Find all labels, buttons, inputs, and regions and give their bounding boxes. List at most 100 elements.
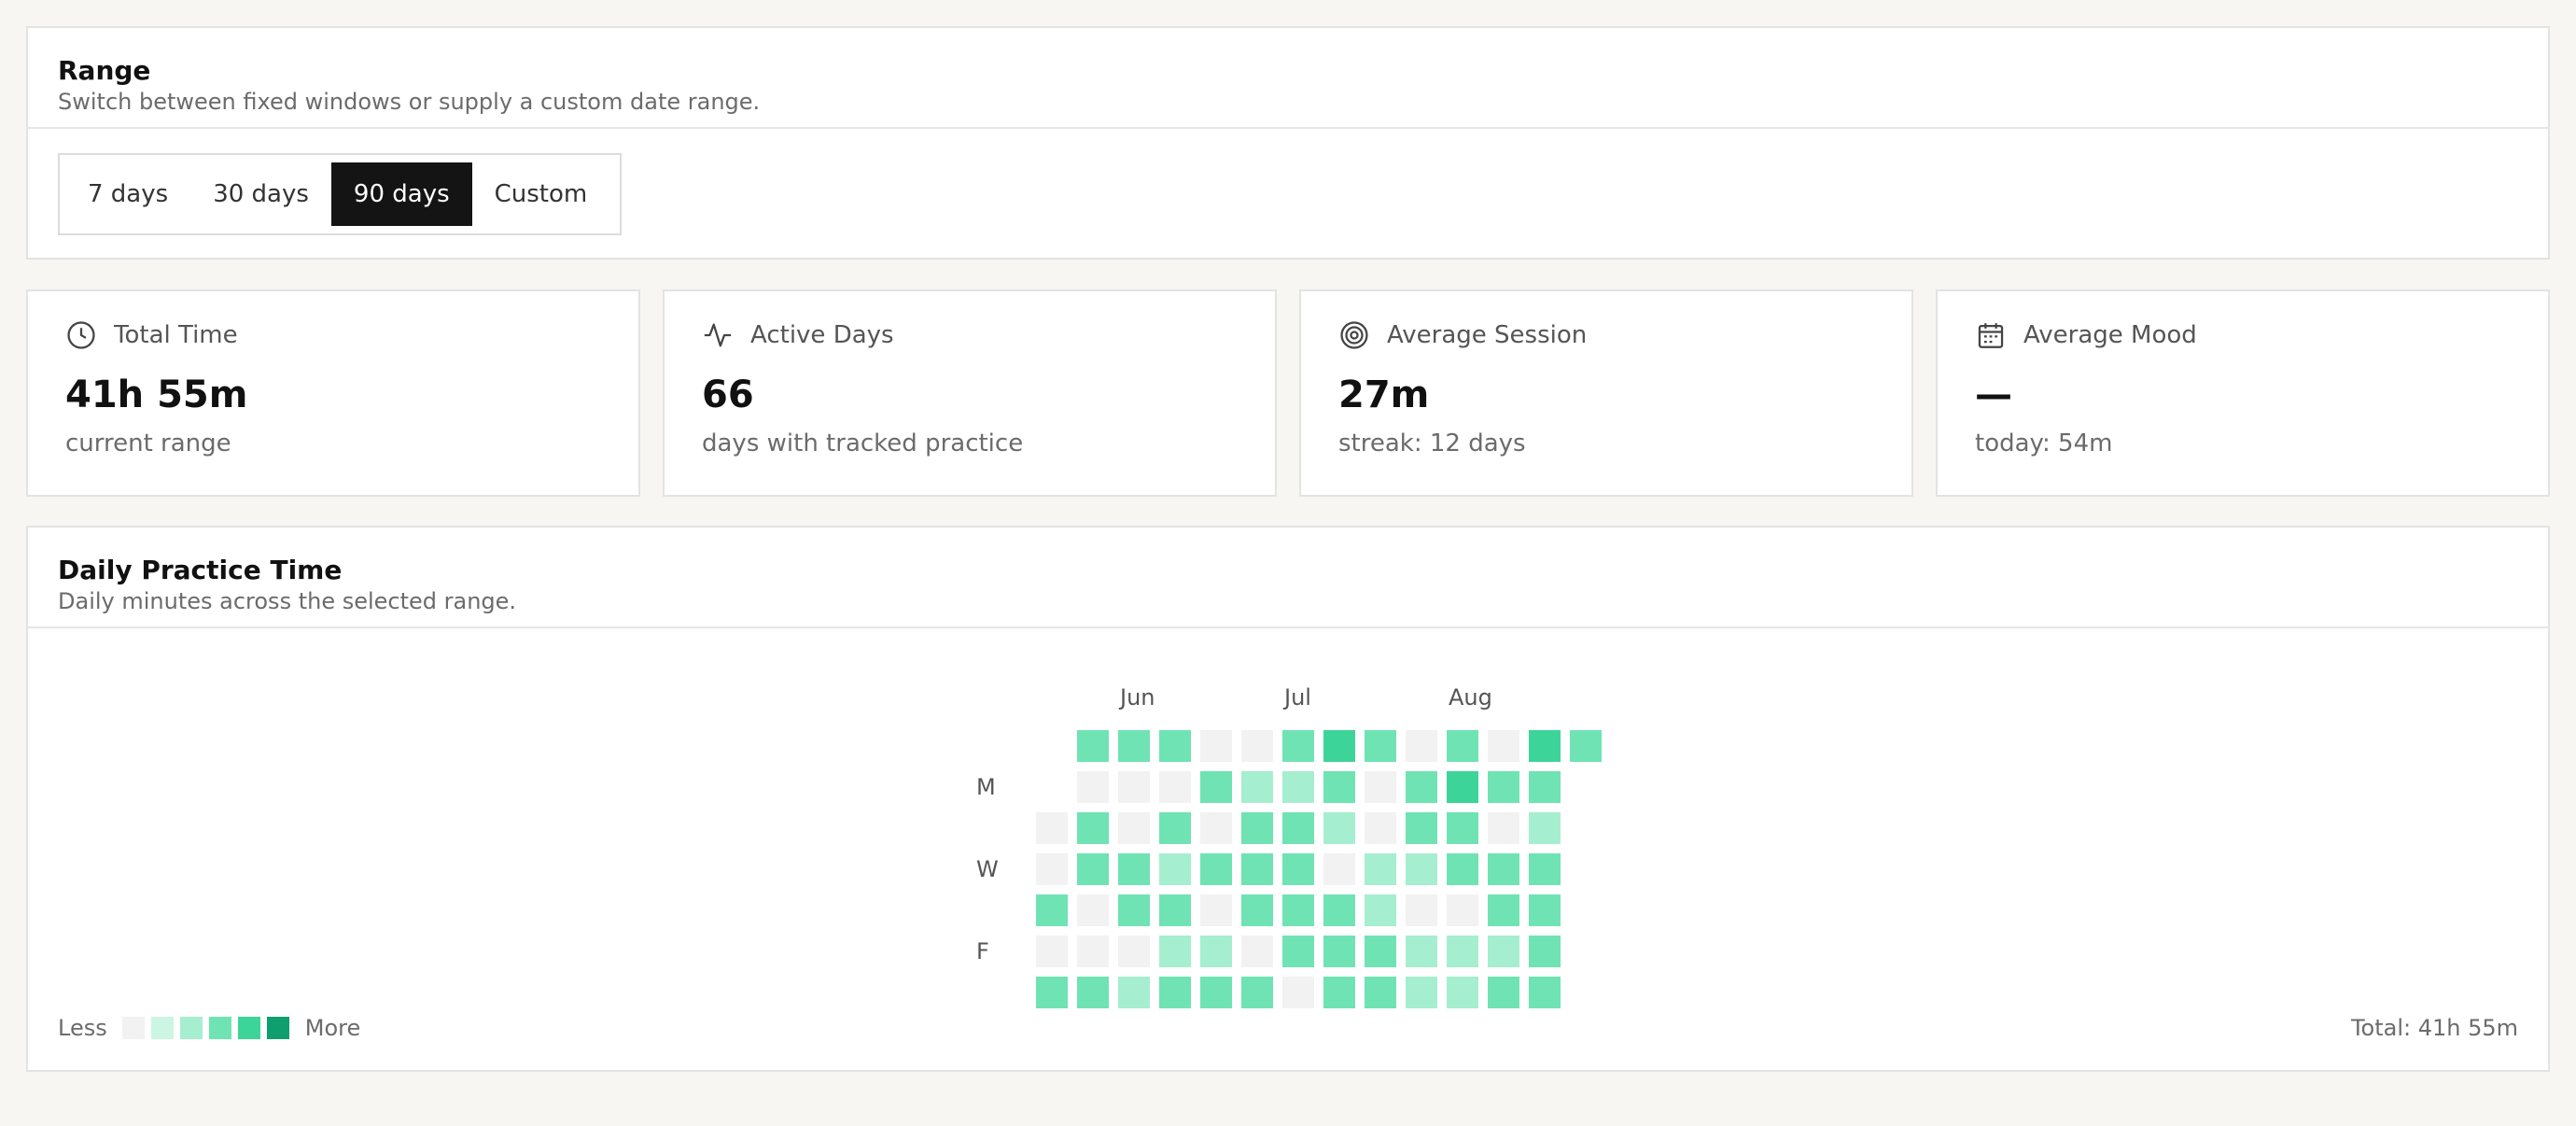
heatmap-cell[interactable] bbox=[1241, 894, 1273, 926]
heatmap-cell[interactable] bbox=[1282, 894, 1314, 926]
heatmap-cell[interactable] bbox=[1529, 812, 1561, 844]
stat-label-row: Total Time bbox=[65, 319, 238, 351]
heatmap-cell[interactable] bbox=[1323, 853, 1355, 885]
range-30-days-button[interactable]: 30 days bbox=[190, 162, 331, 226]
heatmap-cell[interactable] bbox=[1077, 894, 1109, 926]
heatmap-cell[interactable] bbox=[1365, 894, 1396, 926]
heatmap-cell[interactable] bbox=[1118, 977, 1150, 1008]
heatmap-cell[interactable] bbox=[1200, 936, 1232, 967]
heatmap-cell[interactable] bbox=[1077, 853, 1109, 885]
heatmap-cell[interactable] bbox=[1200, 977, 1232, 1008]
heatmap-cell[interactable] bbox=[1447, 853, 1478, 885]
heatmap-cell[interactable] bbox=[1282, 936, 1314, 967]
heatmap-cell[interactable] bbox=[1282, 853, 1314, 885]
heatmap-cell[interactable] bbox=[1488, 936, 1519, 967]
heatmap-cell[interactable] bbox=[1241, 977, 1273, 1008]
heatmap-cell[interactable] bbox=[1200, 853, 1232, 885]
heatmap-cell[interactable] bbox=[1406, 771, 1437, 803]
heatmap-cell[interactable] bbox=[1159, 936, 1191, 967]
heatmap-cell[interactable] bbox=[1241, 936, 1273, 967]
heatmap-cell[interactable] bbox=[1529, 936, 1561, 967]
heatmap-cell[interactable] bbox=[1118, 730, 1150, 762]
stat-label: Average Mood bbox=[2023, 321, 2197, 349]
heatmap-cell[interactable] bbox=[1488, 730, 1519, 762]
range-custom-button[interactable]: Custom bbox=[472, 162, 610, 226]
heatmap-cell[interactable] bbox=[1365, 771, 1396, 803]
heatmap-cell[interactable] bbox=[1323, 771, 1355, 803]
heatmap-cell[interactable] bbox=[1200, 730, 1232, 762]
heatmap-cell[interactable] bbox=[1365, 853, 1396, 885]
heatmap-cell[interactable] bbox=[1159, 853, 1191, 885]
heatmap-cell[interactable] bbox=[1488, 894, 1519, 926]
heatmap-cell[interactable] bbox=[1036, 853, 1068, 885]
heatmap-cell[interactable] bbox=[1118, 812, 1150, 844]
range-7-days-button[interactable]: 7 days bbox=[65, 162, 190, 226]
heatmap-cell[interactable] bbox=[1118, 771, 1150, 803]
heatmap-cell[interactable] bbox=[1570, 730, 1602, 762]
heatmap-cell[interactable] bbox=[1118, 853, 1150, 885]
heatmap-cell[interactable] bbox=[1529, 771, 1561, 803]
heatmap-cell[interactable] bbox=[1488, 771, 1519, 803]
weekday-label: F bbox=[976, 938, 989, 964]
heatmap-cell[interactable] bbox=[1323, 894, 1355, 926]
heatmap-cell[interactable] bbox=[1118, 894, 1150, 926]
heatmap-cell[interactable] bbox=[1241, 853, 1273, 885]
stat-label-row: Average Mood bbox=[1975, 319, 2197, 351]
heatmap-cell[interactable] bbox=[1282, 730, 1314, 762]
heatmap-cell[interactable] bbox=[1447, 812, 1478, 844]
heatmap-cell[interactable] bbox=[1241, 730, 1273, 762]
heatmap-cell[interactable] bbox=[1529, 730, 1561, 762]
heatmap-cell[interactable] bbox=[1036, 812, 1068, 844]
heatmap-cell[interactable] bbox=[1488, 977, 1519, 1008]
heatmap-cell[interactable] bbox=[1323, 730, 1355, 762]
heatmap-cell[interactable] bbox=[1406, 894, 1437, 926]
heatmap-cell[interactable] bbox=[1323, 812, 1355, 844]
heatmap-cell[interactable] bbox=[1159, 894, 1191, 926]
heatmap-cell[interactable] bbox=[1036, 936, 1068, 967]
heatmap-cell[interactable] bbox=[1447, 894, 1478, 926]
heatmap-cell[interactable] bbox=[1323, 977, 1355, 1008]
heatmap-cell[interactable] bbox=[1406, 812, 1437, 844]
heatmap-cell[interactable] bbox=[1365, 730, 1396, 762]
target-icon bbox=[1340, 321, 1368, 349]
heatmap-cell[interactable] bbox=[1241, 771, 1273, 803]
heatmap-cell[interactable] bbox=[1406, 730, 1437, 762]
heatmap-cell[interactable] bbox=[1200, 894, 1232, 926]
heatmap-cell[interactable] bbox=[1447, 730, 1478, 762]
heatmap-cell[interactable] bbox=[1200, 771, 1232, 803]
heatmap-cell[interactable] bbox=[1365, 812, 1396, 844]
heatmap-cell[interactable] bbox=[1077, 812, 1109, 844]
legend-swatch bbox=[150, 1017, 174, 1039]
heatmap-cell[interactable] bbox=[1282, 812, 1314, 844]
heatmap-cell[interactable] bbox=[1077, 730, 1109, 762]
heatmap-cell[interactable] bbox=[1447, 936, 1478, 967]
heatmap-cell[interactable] bbox=[1282, 977, 1314, 1008]
heatmap-cell[interactable] bbox=[1406, 853, 1437, 885]
heatmap-cell[interactable] bbox=[1159, 771, 1191, 803]
heatmap-cell[interactable] bbox=[1159, 812, 1191, 844]
heatmap-cell[interactable] bbox=[1447, 771, 1478, 803]
heatmap-cell[interactable] bbox=[1077, 936, 1109, 967]
heatmap-cell[interactable] bbox=[1159, 730, 1191, 762]
heatmap-cell[interactable] bbox=[1077, 977, 1109, 1008]
heatmap-cell[interactable] bbox=[1282, 771, 1314, 803]
range-90-days-button[interactable]: 90 days bbox=[330, 162, 472, 226]
heatmap-cell[interactable] bbox=[1323, 936, 1355, 967]
heatmap-cell[interactable] bbox=[1159, 977, 1191, 1008]
heatmap-cell[interactable] bbox=[1529, 977, 1561, 1008]
heatmap-cell[interactable] bbox=[1529, 853, 1561, 885]
heatmap-cell[interactable] bbox=[1406, 936, 1437, 967]
heatmap-cell[interactable] bbox=[1529, 894, 1561, 926]
heatmap-cell[interactable] bbox=[1488, 853, 1519, 885]
heatmap-cell[interactable] bbox=[1447, 977, 1478, 1008]
heatmap-cell[interactable] bbox=[1406, 977, 1437, 1008]
heatmap-cell[interactable] bbox=[1036, 977, 1068, 1008]
heatmap-cell[interactable] bbox=[1488, 812, 1519, 844]
heatmap-cell[interactable] bbox=[1365, 977, 1396, 1008]
heatmap-cell[interactable] bbox=[1077, 771, 1109, 803]
heatmap-cell[interactable] bbox=[1365, 936, 1396, 967]
heatmap-cell[interactable] bbox=[1118, 936, 1150, 967]
heatmap-cell[interactable] bbox=[1241, 812, 1273, 844]
heatmap-cell[interactable] bbox=[1036, 894, 1068, 926]
heatmap-cell[interactable] bbox=[1200, 812, 1232, 844]
